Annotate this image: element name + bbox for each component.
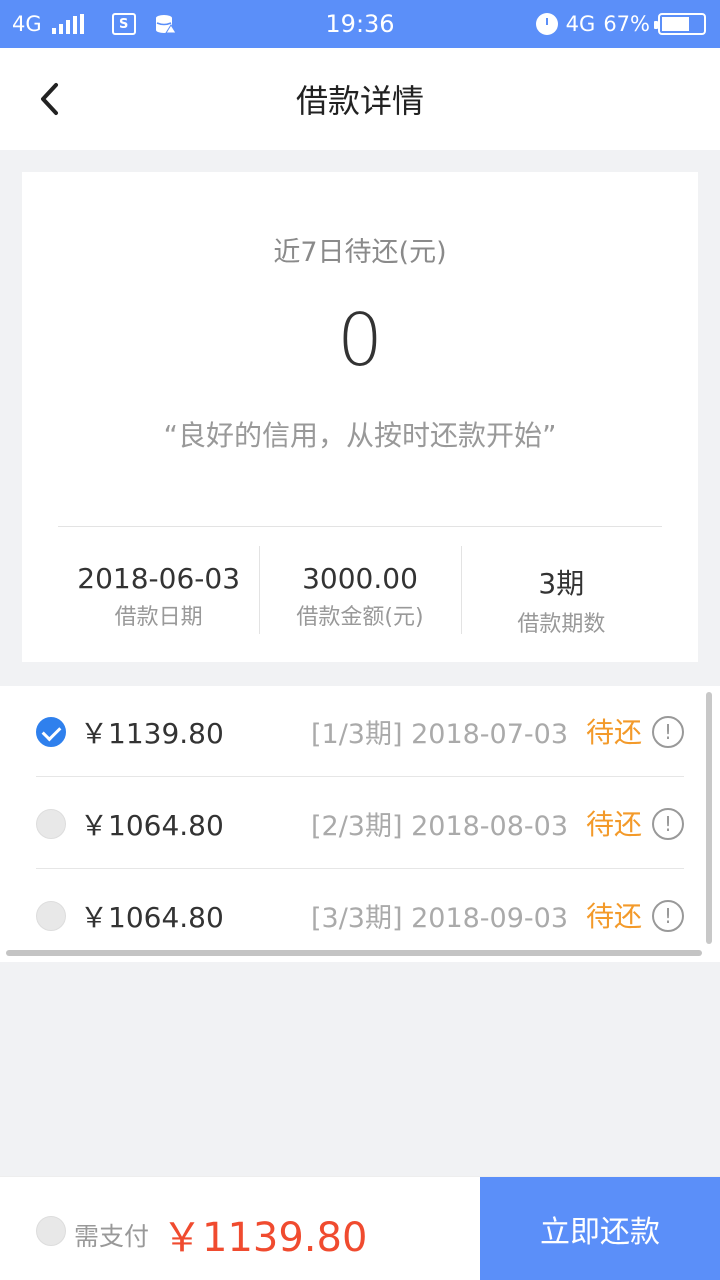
back-button[interactable] <box>24 74 74 124</box>
network-right-label: 4G <box>565 12 596 36</box>
battery-level <box>662 17 689 31</box>
info-icon[interactable]: ! <box>652 808 684 840</box>
installment-period: [3/3期] 2018-09-03 <box>310 903 568 934</box>
chevron-left-icon <box>41 83 58 115</box>
bottom-bar: 需支付 ￥1139.80 立即还款 <box>0 1176 720 1280</box>
stat-loan-amount: 3000.00 借款金额(元) <box>259 546 460 636</box>
installment-row[interactable]: ￥1064.80 [2/3期] 2018-08-03 待还 ! <box>36 778 684 870</box>
divider <box>58 526 662 527</box>
status-bar: 4G S 19:36 4G 67% <box>0 0 720 48</box>
select-checkbox[interactable] <box>36 809 66 839</box>
stat-label: 借款日期 <box>114 605 203 630</box>
stat-label: 借款期数 <box>517 612 606 637</box>
app-header: 借款详情 <box>0 48 720 150</box>
stat-value: 3期 <box>538 567 585 600</box>
repay-now-button[interactable]: 立即还款 <box>480 1177 720 1280</box>
row-divider <box>36 868 684 869</box>
battery-icon <box>654 13 706 35</box>
loan-stats: 2018-06-03 借款日期 3000.00 借款金额(元) 3期 借款期数 <box>58 546 662 637</box>
credit-slogan: “良好的信用，从按时还款开始” <box>163 419 557 452</box>
select-checkbox[interactable] <box>36 717 66 747</box>
due-7-days-value: 0 <box>337 298 383 382</box>
select-all-checkbox[interactable] <box>36 1216 66 1246</box>
installment-period: [1/3期] 2018-07-03 <box>310 719 568 750</box>
installment-status: 待还 <box>585 716 642 749</box>
installment-amount: ￥1064.80 <box>80 809 224 842</box>
status-right: 4G 67% <box>535 0 706 48</box>
installment-list: ￥1139.80 [1/3期] 2018-07-03 待还 ! ￥1064.80… <box>0 686 720 962</box>
installment-status: 待还 <box>585 900 642 933</box>
page-title: 借款详情 <box>295 82 424 120</box>
installment-row[interactable]: ￥1064.80 [3/3期] 2018-09-03 待还 ! <box>36 870 684 962</box>
stat-loan-periods: 3期 借款期数 <box>460 546 662 637</box>
pay-total: ￥1139.80 <box>162 1215 368 1261</box>
horizontal-scrollbar[interactable] <box>6 950 702 956</box>
alarm-icon <box>535 13 558 35</box>
summary-card: 近7日待还(元) 0 “良好的信用，从按时还款开始” 2018-06-03 借款… <box>22 172 698 662</box>
stat-label: 借款金额(元) <box>296 605 424 630</box>
info-icon[interactable]: ! <box>652 900 684 932</box>
installment-status: 待还 <box>585 808 642 841</box>
vertical-scrollbar[interactable] <box>706 692 712 944</box>
battery-percent: 67% <box>603 12 650 36</box>
info-icon[interactable]: ! <box>652 716 684 748</box>
row-divider <box>36 776 684 777</box>
pay-label: 需支付 <box>74 1222 150 1251</box>
due-7-days-label: 近7日待还(元) <box>273 237 447 268</box>
installment-amount: ￥1139.80 <box>80 717 224 750</box>
installment-period: [2/3期] 2018-08-03 <box>310 811 568 842</box>
select-checkbox[interactable] <box>36 901 66 931</box>
stat-loan-date: 2018-06-03 借款日期 <box>58 546 259 636</box>
stat-value: 2018-06-03 <box>77 562 241 595</box>
stat-value: 3000.00 <box>302 562 418 595</box>
installment-amount: ￥1064.80 <box>80 901 224 934</box>
installment-row[interactable]: ￥1139.80 [1/3期] 2018-07-03 待还 ! <box>36 686 684 778</box>
